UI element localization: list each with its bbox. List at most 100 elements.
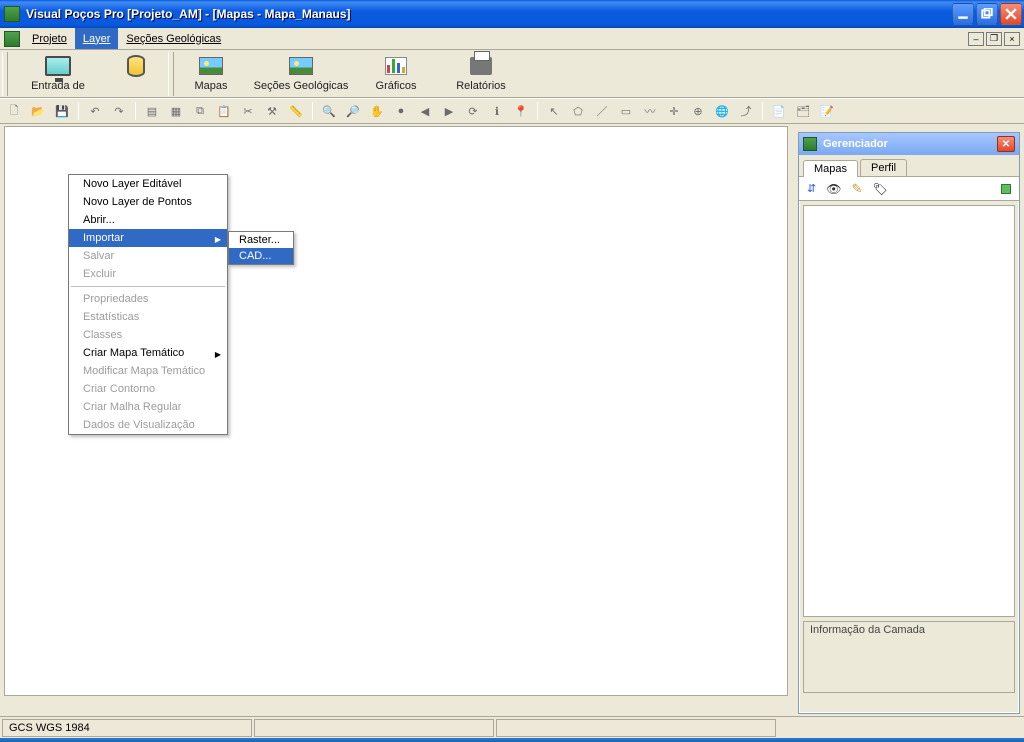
tb-secoes[interactable]: Seções Geológicas: [246, 52, 356, 92]
rect-icon[interactable]: ▭: [616, 101, 636, 121]
redo-icon[interactable]: ↷: [109, 101, 129, 121]
mi-salvar: Salvar: [69, 247, 227, 265]
importar-submenu: Raster... CAD...: [228, 231, 294, 265]
toolbar-handle-2[interactable]: [168, 52, 174, 96]
close-button[interactable]: [1000, 3, 1022, 25]
database-icon: [121, 54, 151, 78]
chart-icon: [381, 54, 411, 78]
mi-criar-malha: Criar Malha Regular: [69, 398, 227, 416]
mi-abrir[interactable]: Abrir...: [69, 211, 227, 229]
next-view-icon[interactable]: ▶: [439, 101, 459, 121]
legend-icon[interactable]: 🗂: [793, 101, 813, 121]
copy-icon[interactable]: ⧉: [190, 101, 210, 121]
export-icon[interactable]: ⤴: [736, 101, 756, 121]
menu-layer[interactable]: Layer: [75, 28, 119, 49]
polygon-icon[interactable]: ⬠: [568, 101, 588, 121]
mi-novo-layer-editavel[interactable]: Novo Layer Editável: [69, 175, 227, 193]
zoom-out-icon[interactable]: 🔎: [343, 101, 363, 121]
tab-mapas[interactable]: Mapas: [803, 160, 858, 177]
mdi-restore-button[interactable]: ❐: [986, 32, 1002, 46]
edit-icon[interactable]: [851, 181, 862, 197]
tb-graficos-label: Gráficos: [356, 80, 436, 92]
layer-info-group: Informação da Camada: [803, 621, 1015, 693]
undo-icon[interactable]: ↶: [85, 101, 105, 121]
reorder-icon[interactable]: ⇵: [807, 182, 816, 195]
panel-title: Gerenciador: [823, 138, 888, 150]
snap-icon[interactable]: ✛: [664, 101, 684, 121]
label-icon[interactable]: [872, 182, 887, 196]
minimize-button[interactable]: [952, 3, 974, 25]
zoom-in-icon[interactable]: 🔍: [319, 101, 339, 121]
line-icon[interactable]: ／: [592, 101, 612, 121]
edit-toolbar: 🗋 📂 💾 ↶ ↷ ▤ ▦ ⧉ 📋 ✂ ⚒ 📏 🔍 🔎 ✋ ● ◀ ▶ ⟳ ℹ …: [0, 98, 1024, 124]
tool-icon[interactable]: ⚒: [262, 101, 282, 121]
client-area: Novo Layer Editável Novo Layer de Pontos…: [0, 124, 1024, 716]
cut-icon[interactable]: ✂: [238, 101, 258, 121]
toolbar-handle[interactable]: [2, 52, 8, 96]
symbol-icon[interactable]: [1001, 184, 1011, 194]
layers-icon[interactable]: ▤: [142, 101, 162, 121]
open-folder-icon[interactable]: 📂: [28, 101, 48, 121]
table-icon[interactable]: ▦: [166, 101, 186, 121]
mi-modificar-tematico: Modificar Mapa Temático: [69, 362, 227, 380]
main-toolbar: Entrada de Mapas Seções Geológicas Gráfi…: [0, 50, 1024, 98]
refresh-icon[interactable]: ⟳: [463, 101, 483, 121]
menu-separator: [71, 286, 225, 287]
toolbar-separator: [537, 102, 538, 120]
map-icon: [196, 54, 226, 78]
toolbar-separator: [78, 102, 79, 120]
target-icon[interactable]: ⊕: [688, 101, 708, 121]
app-icon: [4, 6, 20, 22]
new-file-icon[interactable]: 🗋: [4, 101, 24, 121]
tab-perfil[interactable]: Perfil: [860, 159, 907, 176]
mi-importar[interactable]: Importar: [69, 229, 227, 247]
panel-toolbar: ⇵: [799, 177, 1019, 201]
globe-icon[interactable]: 🌐: [712, 101, 732, 121]
smi-raster[interactable]: Raster...: [229, 232, 293, 248]
layer-menu: Novo Layer Editável Novo Layer de Pontos…: [68, 174, 228, 435]
mi-excluir: Excluir: [69, 265, 227, 283]
tb-mapas[interactable]: Mapas: [176, 52, 246, 92]
tb-relatorios-label: Relatórios: [436, 80, 526, 92]
select-arrow-icon[interactable]: ↖: [544, 101, 564, 121]
mdi-window-controls: – ❐ ×: [968, 28, 1024, 49]
restore-button[interactable]: [976, 3, 998, 25]
printer-icon: [466, 54, 496, 78]
pin-icon[interactable]: 📍: [511, 101, 531, 121]
mi-importar-label: Importar: [83, 232, 124, 244]
chevron-right-icon: [215, 348, 221, 360]
measure-icon[interactable]: 📏: [286, 101, 306, 121]
mi-novo-layer-pontos[interactable]: Novo Layer de Pontos: [69, 193, 227, 211]
pan-icon[interactable]: ✋: [367, 101, 387, 121]
mdi-close-button[interactable]: ×: [1004, 32, 1020, 46]
visibility-icon[interactable]: [826, 182, 841, 196]
prev-view-icon[interactable]: ◀: [415, 101, 435, 121]
menu-secoes[interactable]: Seções Geológicas: [118, 28, 229, 49]
tb-secoes-label: Seções Geológicas: [246, 80, 356, 92]
menu-projeto[interactable]: Projeto: [24, 28, 75, 49]
layer-list[interactable]: [803, 205, 1015, 617]
panel-close-button[interactable]: ✕: [997, 136, 1015, 152]
mdi-minimize-button[interactable]: –: [968, 32, 984, 46]
smi-cad[interactable]: CAD...: [229, 248, 293, 264]
toolbar-separator: [135, 102, 136, 120]
sections-icon: [286, 54, 316, 78]
tb-banco-dados[interactable]: [106, 52, 166, 80]
mi-criar-mapa-tematico[interactable]: Criar Mapa Temático: [69, 344, 227, 362]
polyline-icon[interactable]: 〰: [640, 101, 660, 121]
save-icon[interactable]: 💾: [52, 101, 72, 121]
panel-icon: [803, 137, 817, 151]
panel-titlebar[interactable]: Gerenciador ✕: [799, 133, 1019, 155]
tb-mapas-label: Mapas: [176, 80, 246, 92]
full-extent-icon[interactable]: ●: [391, 101, 411, 121]
status-cell-3: [496, 719, 776, 737]
report-icon[interactable]: 📄: [769, 101, 789, 121]
status-projection: GCS WGS 1984: [2, 719, 252, 737]
tb-relatorios[interactable]: Relatórios: [436, 52, 526, 92]
note-icon[interactable]: 📝: [817, 101, 837, 121]
paste-icon[interactable]: 📋: [214, 101, 234, 121]
tb-graficos[interactable]: Gráficos: [356, 52, 436, 92]
window-titlebar: Visual Poços Pro [Projeto_AM] - [Mapas -…: [0, 0, 1024, 28]
identify-icon[interactable]: ℹ: [487, 101, 507, 121]
tb-entrada-de-dados[interactable]: Entrada de: [10, 52, 106, 92]
